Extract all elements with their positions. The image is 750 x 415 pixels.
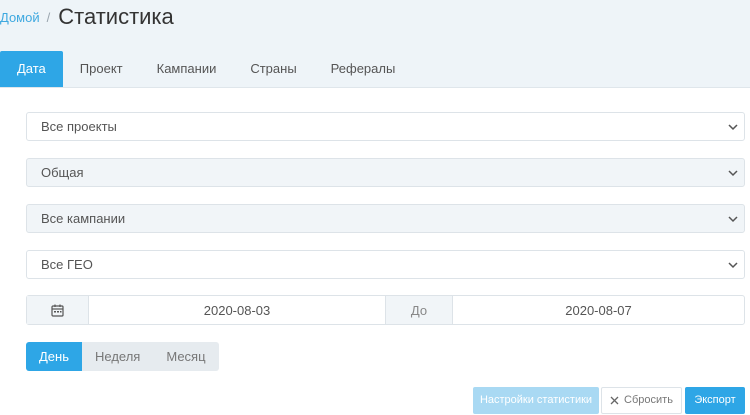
filter-panel: Все проекты Общая Все кампании Все ГЕО 2… — [0, 87, 750, 415]
tab-referrals[interactable]: Рефералы — [314, 51, 413, 87]
period-day-button[interactable]: День — [26, 342, 82, 371]
project-select[interactable]: Все проекты — [26, 112, 745, 141]
campaign-select-value: Все кампании — [41, 211, 126, 226]
export-button[interactable]: Экспорт — [685, 387, 745, 414]
breadcrumb-separator: / — [46, 9, 51, 25]
type-select-value: Общая — [41, 165, 84, 180]
date-to-label: До — [386, 296, 453, 324]
tab-campaigns[interactable]: Кампании — [140, 51, 234, 87]
date-to-input[interactable]: 2020-08-07 — [453, 296, 744, 324]
period-week-button[interactable]: Неделя — [82, 342, 154, 371]
close-icon — [610, 396, 619, 405]
breadcrumb: Домой / Статистика — [0, 0, 174, 34]
project-select-value: Все проекты — [41, 119, 117, 134]
page-header: Домой / Статистика — [0, 0, 750, 52]
geo-select-value: Все ГЕО — [41, 257, 93, 272]
geo-select[interactable]: Все ГЕО — [26, 250, 745, 279]
date-range: 2020-08-03 До 2020-08-07 — [26, 295, 745, 325]
tab-countries[interactable]: Страны — [233, 51, 313, 87]
page-title: Статистика — [58, 4, 174, 29]
stats-settings-button[interactable]: Настройки статистики — [473, 387, 599, 414]
tab-project[interactable]: Проект — [63, 51, 140, 87]
tab-date[interactable]: Дата — [0, 51, 63, 87]
breadcrumb-home-link[interactable]: Домой — [0, 10, 40, 25]
campaign-select[interactable]: Все кампании — [26, 204, 745, 233]
type-select[interactable]: Общая — [26, 158, 745, 187]
reset-button[interactable]: Сбросить — [601, 387, 682, 414]
reset-button-label: Сбросить — [624, 394, 673, 406]
chevron-down-icon — [728, 216, 738, 223]
date-from-input[interactable]: 2020-08-03 — [89, 296, 386, 324]
chevron-down-icon — [728, 262, 738, 269]
period-month-button[interactable]: Месяц — [153, 342, 219, 371]
chevron-down-icon — [728, 124, 738, 131]
period-toggle: День Неделя Месяц — [26, 342, 219, 371]
chevron-down-icon — [728, 170, 738, 177]
tab-bar: Дата Проект Кампании Страны Рефералы — [0, 51, 750, 87]
calendar-icon[interactable] — [27, 296, 89, 324]
